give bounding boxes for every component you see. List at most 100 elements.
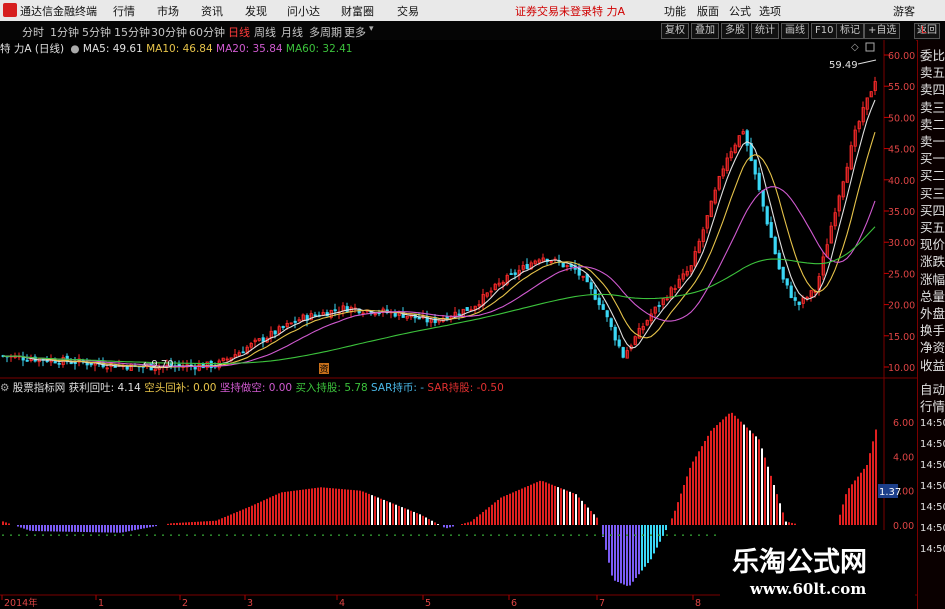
side-panel-label: 现价 (920, 237, 945, 253)
indicator-bar-positive (233, 513, 235, 525)
indicator-bar-negative (26, 525, 28, 530)
menu-ask[interactable]: 问小达 (287, 3, 320, 19)
menu-trade[interactable]: 交易 (397, 3, 419, 19)
menu-guest[interactable]: 游客 (893, 3, 915, 19)
indicator-dot (354, 534, 356, 536)
indicator-dot (74, 534, 76, 536)
indicator-dot (690, 534, 692, 536)
price-tick-label: 15.00 (888, 332, 915, 343)
add-watchlist-button[interactable]: +自选 (864, 23, 901, 39)
indicator-bar-positive (692, 461, 694, 525)
indicator-dot (586, 534, 588, 536)
period-tab-15min[interactable]: 15分钟 (114, 24, 150, 40)
menu-options[interactable]: 选项 (759, 3, 781, 19)
indicator-value-1: 获利回吐: 4.14 (68, 382, 141, 394)
indicator-bar-positive (272, 496, 274, 525)
overlay-button[interactable]: 叠加 (691, 23, 719, 39)
back-button[interactable]: 返回 (914, 23, 940, 39)
indicator-bar-positive (401, 507, 403, 525)
indicator-bar-positive (758, 439, 760, 525)
menu-discover[interactable]: 发现 (245, 3, 267, 19)
indicator-dot (250, 534, 252, 536)
indicator-dot (474, 534, 476, 536)
indicator-dot (522, 534, 524, 536)
period-tab-more[interactable]: 更多 (344, 24, 366, 40)
indicator-bar-positive (482, 511, 484, 525)
chevron-down-icon[interactable]: ▾ (369, 24, 374, 34)
indicator-title[interactable]: 股票指标网 (13, 382, 66, 394)
draw-button[interactable]: 画线 (781, 23, 809, 39)
indicator-dot (162, 534, 164, 536)
indicator-dot (322, 534, 324, 536)
indicator-bar-positive (212, 520, 214, 525)
indicator-bar-positive (227, 515, 229, 525)
indicator-dot (378, 534, 380, 536)
period-tab-weekly[interactable]: 周线 (254, 24, 276, 40)
candle-down (589, 282, 593, 290)
indicator-bar-positive (695, 456, 697, 525)
menu-market[interactable]: 市场 (157, 3, 179, 19)
period-tab-daily[interactable]: 日线 (228, 24, 250, 40)
indicator-bar-positive (719, 422, 721, 525)
menu-news[interactable]: 资讯 (201, 3, 223, 19)
chart-title: 特 力A (日线) (0, 43, 65, 55)
indicator-bar-negative (17, 525, 19, 527)
indicator-bar-positive (512, 492, 514, 525)
f10-button[interactable]: F10 (811, 23, 838, 39)
period-tab-monthly[interactable]: 月线 (281, 24, 303, 40)
indicator-dot (362, 534, 364, 536)
indicator-dot (546, 534, 548, 536)
candle-down (601, 304, 605, 310)
candle-down (597, 297, 601, 306)
indicator-bar-negative (122, 525, 124, 533)
menu-function[interactable]: 功能 (664, 3, 686, 19)
candle-down (797, 301, 801, 305)
period-tab-5min[interactable]: 5分钟 (82, 24, 111, 40)
diamond-icon[interactable]: ◇ (851, 42, 859, 53)
menu-layout[interactable]: 版面 (697, 3, 719, 19)
indicator-bar-positive (182, 522, 184, 525)
indicator-bar-positive (707, 435, 709, 525)
indicator-bar-positive (170, 523, 172, 525)
mark-button[interactable]: 标记 (836, 23, 864, 39)
indicator-bar-positive (395, 504, 397, 525)
login-warning[interactable]: 证券交易未登录 (515, 3, 592, 19)
watermark-title: 乐淘公式网 (732, 547, 867, 578)
indicator-dot (554, 534, 556, 536)
indicator-bar-positive (860, 472, 862, 525)
side-panel-label: 卖一 (920, 134, 945, 149)
menu-wealth[interactable]: 财富圈 (341, 3, 374, 19)
indicator-dot (410, 534, 412, 536)
indicator-dot (578, 534, 580, 536)
candle-down (293, 320, 297, 323)
adjust-button[interactable]: 复权 (661, 23, 689, 39)
menu-quotes[interactable]: 行情 (113, 3, 135, 19)
auto-quote-label[interactable]: 自动 (920, 382, 945, 397)
indicator-bar-positive (722, 419, 724, 525)
period-tab-30min[interactable]: 30分钟 (151, 24, 187, 40)
period-tab-60min[interactable]: 60分钟 (189, 24, 225, 40)
tick-time-label: 14:50 (920, 502, 945, 513)
indicator-dot (466, 534, 468, 536)
period-tab-multi[interactable]: 多周期 (309, 24, 342, 40)
indicator-bar-positive (338, 488, 340, 525)
indicator-bar-negative (86, 525, 88, 533)
indicator-bar-positive (368, 493, 370, 525)
candle-down (609, 318, 613, 327)
indicator-dot (602, 534, 604, 536)
settings-icon[interactable]: ● (70, 43, 79, 55)
indicator-bar-positive (551, 484, 553, 525)
stats-button[interactable]: 统计 (751, 23, 779, 39)
auto-quote-label[interactable]: 行情 (920, 399, 945, 414)
indicator-settings-icon[interactable]: ⚙ (0, 382, 9, 394)
multi-stock-button[interactable]: 多股 (721, 23, 749, 39)
level2-badge[interactable]: L (921, 23, 927, 38)
kline-chart[interactable]: 60.00 55.00 50.00 45.00 40.00 35.00 30.00 25.00… (0, 40, 917, 609)
period-tab-1min[interactable]: 1分钟 (50, 24, 79, 40)
indicator-bar-positive (590, 510, 592, 525)
period-tab-intraday[interactable]: 分时 (22, 24, 44, 40)
indicator-bar-positive (425, 517, 427, 525)
indicator-bar-positive (242, 509, 244, 525)
menu-formula[interactable]: 公式 (729, 3, 751, 19)
candle-down (261, 337, 265, 342)
